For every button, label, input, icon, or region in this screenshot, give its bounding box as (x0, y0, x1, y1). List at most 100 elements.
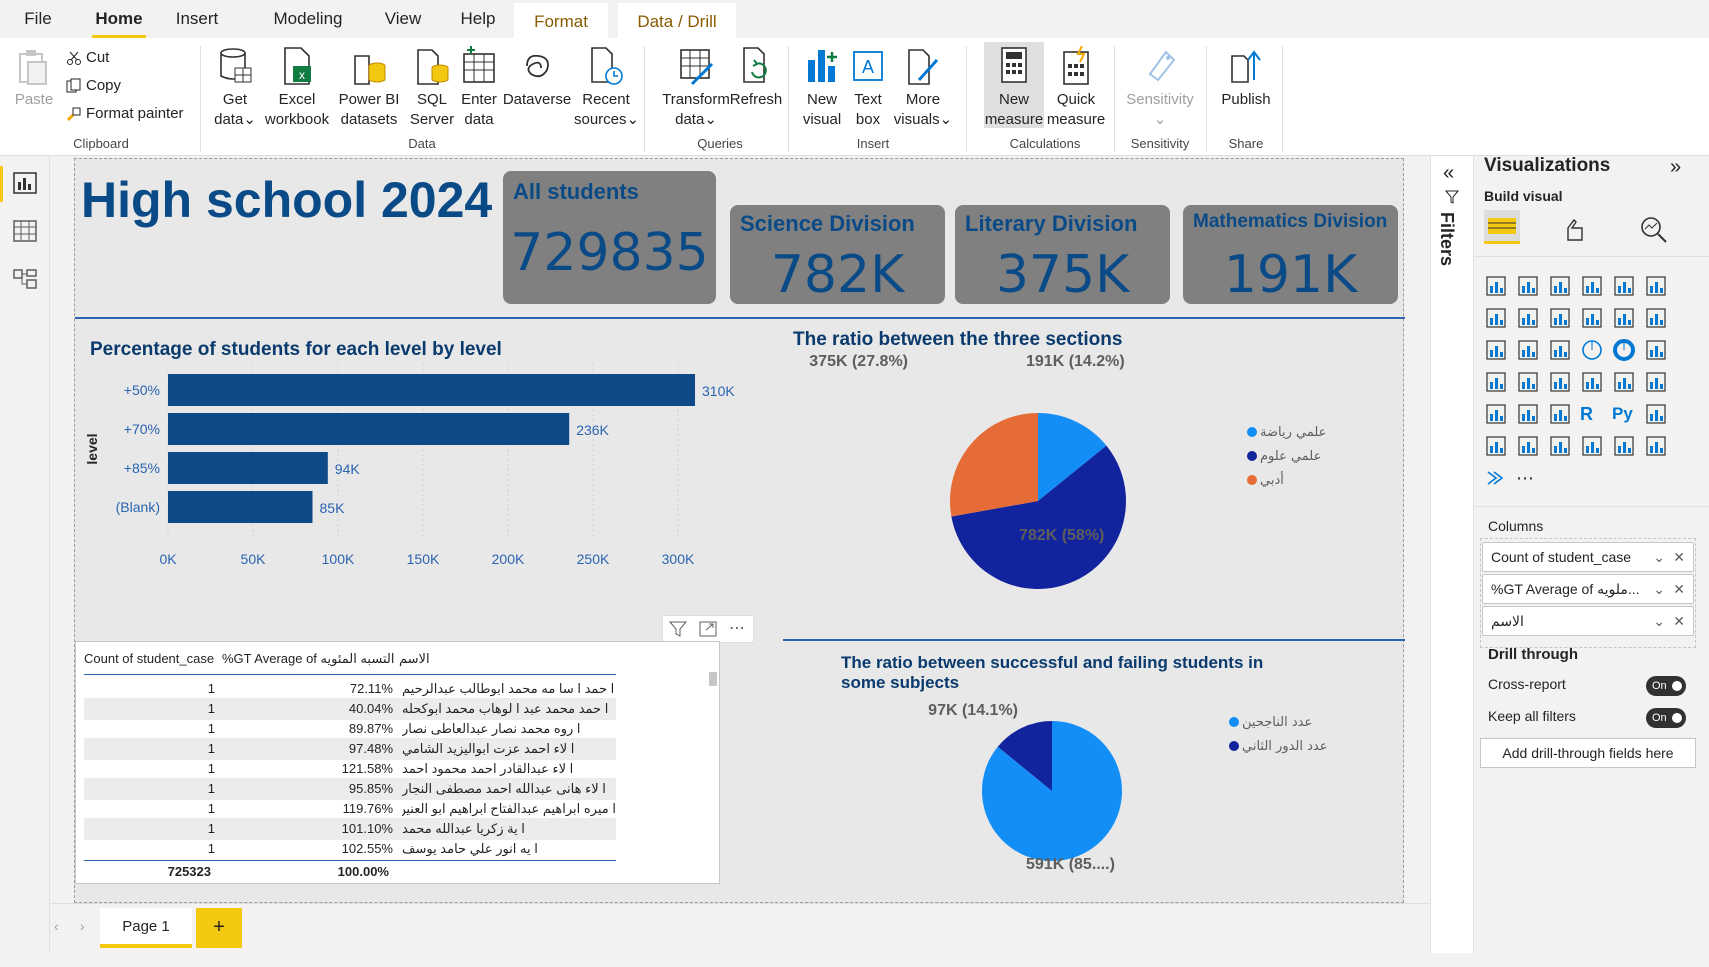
field-name[interactable]: الاسم ⌄ ✕ (1482, 606, 1694, 636)
gauge-icon[interactable] (1548, 370, 1572, 394)
stacked-column-icon[interactable] (1516, 274, 1540, 298)
table-row[interactable]: 1 97.48% ا لاء احمد عزت ابواليزيد الشامي (84, 738, 616, 760)
table-row[interactable]: 1 102.55% ا يه انور علي حامد يوسف (84, 838, 616, 860)
map-icon[interactable] (1484, 370, 1508, 394)
page-tab-page-1[interactable]: Page 1 (100, 908, 192, 948)
copy-button[interactable]: Copy (66, 74, 121, 98)
bar[interactable] (168, 413, 570, 445)
collapse-filters-icon[interactable]: « (1443, 162, 1454, 185)
bar[interactable] (168, 491, 313, 523)
model-view-icon[interactable] (13, 268, 37, 293)
add-page-button[interactable]: + (196, 908, 242, 948)
100-bar-icon[interactable] (1612, 274, 1636, 298)
new-visual-button[interactable]: New visual (800, 46, 844, 130)
r-visual-icon[interactable]: R (1580, 402, 1604, 426)
card-literary-division[interactable]: Literary Division 375K (955, 205, 1170, 305)
pie-chart-success[interactable]: 591K (85....) 97K (14.1%) عدد الناجحين عدد … (775, 699, 1395, 899)
stacked-area-icon[interactable] (1548, 306, 1572, 330)
publish-button[interactable]: Publish (1218, 46, 1274, 110)
table-row[interactable]: 1 121.58% ا لاء عبدالقادر احمد محمود احمد (84, 758, 616, 780)
slicer-icon[interactable] (1484, 402, 1508, 426)
close-icon[interactable]: ✕ (1673, 607, 1685, 635)
scroll-thumb[interactable] (709, 672, 717, 686)
get-data-button[interactable]: Get data⌄ (210, 46, 260, 130)
power-apps-icon[interactable] (1612, 434, 1636, 458)
stacked-bar-icon[interactable] (1484, 274, 1508, 298)
next-page-icon[interactable]: › (80, 918, 85, 934)
menu-help[interactable]: Help (458, 0, 498, 38)
table-scrollbar[interactable] (708, 646, 718, 880)
donut-icon[interactable] (1612, 338, 1636, 362)
table-row[interactable]: 1 40.04% ا حمد محمد عبد ا لوهاب محمد ابوكح… (84, 698, 616, 720)
legend-label[interactable]: أدبي (1260, 471, 1284, 488)
power-bi-datasets-button[interactable]: Power BI datasets (333, 46, 405, 130)
legend-label[interactable]: علمي رياضة (1260, 425, 1326, 440)
data-view-icon[interactable] (13, 220, 37, 245)
enter-data-button[interactable]: Enter data (456, 46, 502, 130)
clustered-column-icon[interactable] (1580, 274, 1604, 298)
analytics-icon[interactable] (1638, 214, 1668, 247)
bar[interactable] (168, 374, 695, 406)
table-row[interactable]: 1 89.87% ا روه محمد نصار عبدالعاطى نصار (84, 718, 616, 740)
filters-pane[interactable]: « Filters (1430, 156, 1473, 953)
waterfall-icon[interactable] (1484, 338, 1508, 362)
chevron-down-icon[interactable]: ⌄ (1653, 543, 1665, 571)
area-icon[interactable] (1516, 306, 1540, 330)
column-header[interactable]: الاسم (399, 646, 430, 672)
format-visual-icon[interactable] (1560, 214, 1590, 247)
more-visuals-icon[interactable] (1484, 466, 1508, 490)
focus-mode-icon[interactable] (699, 621, 717, 640)
excel-workbook-button[interactable]: x Excel workbook (262, 46, 332, 130)
scatter-icon[interactable] (1548, 338, 1572, 362)
card-science-division[interactable]: Science Division 782K (730, 205, 945, 305)
line-icon[interactable] (1484, 306, 1508, 330)
menu-insert[interactable]: Insert (172, 0, 222, 38)
report-view-icon[interactable] (13, 172, 37, 197)
power-automate-icon[interactable] (1644, 434, 1668, 458)
close-icon[interactable]: ✕ (1673, 575, 1685, 603)
column-header[interactable]: %GT Average of التسبه المئويه (222, 646, 394, 672)
bar[interactable] (168, 452, 328, 484)
100-column-icon[interactable] (1644, 274, 1668, 298)
column-header[interactable]: Count of student_case (84, 646, 214, 672)
paste-button[interactable]: Paste (12, 48, 56, 110)
multi-row-card-icon[interactable] (1612, 370, 1636, 394)
treemap-icon[interactable] (1644, 338, 1668, 362)
table-row[interactable]: 1 95.85% ا لاء هانى عبدالله احمد مصطفى الن… (84, 778, 616, 800)
ribbon-icon[interactable] (1644, 306, 1668, 330)
menu-home[interactable]: Home (92, 0, 146, 38)
clustered-bar-icon[interactable] (1548, 274, 1572, 298)
filled-map-icon[interactable] (1516, 370, 1540, 394)
field-count-student-case[interactable]: Count of student_case ⌄ ✕ (1482, 542, 1694, 572)
recent-sources-button[interactable]: Recent sources⌄ (574, 46, 639, 130)
pie-slice[interactable] (950, 413, 1038, 517)
legend-label[interactable]: علمي علوم (1260, 449, 1321, 464)
key-influencers-icon[interactable] (1644, 402, 1668, 426)
menu-data-drill[interactable]: Data / Drill (618, 0, 736, 38)
menu-view[interactable]: View (382, 0, 424, 38)
refresh-button[interactable]: Refresh (728, 46, 784, 110)
table-icon[interactable] (1516, 402, 1540, 426)
chevron-down-icon[interactable]: ⌄ (1653, 575, 1665, 603)
cross-report-toggle[interactable]: On (1646, 676, 1686, 696)
dataverse-button[interactable]: Dataverse (502, 46, 572, 110)
filters-label[interactable]: Filters (1436, 212, 1457, 266)
student-table[interactable]: Count of student_case %GT Average of الت… (75, 641, 720, 884)
prev-page-icon[interactable]: ‹ (54, 918, 59, 934)
decomposition-tree-icon[interactable] (1484, 434, 1508, 458)
python-visual-icon[interactable]: Py (1612, 402, 1636, 426)
table-row[interactable]: 1 72.11% ا حمد ا سا مه محمد ابوطالب عبدالر… (84, 678, 616, 700)
line-clustered-icon[interactable] (1612, 306, 1636, 330)
menu-modeling[interactable]: Modeling (270, 0, 346, 38)
matrix-icon[interactable] (1548, 402, 1572, 426)
filter-icon[interactable] (668, 621, 688, 640)
bar-chart[interactable]: 0K 50K 100K 150K 200K 250K 300K +50% 310K +70% 23… (75, 364, 805, 594)
field-percent-average[interactable]: %GT Average of ملويه... ⌄ ✕ (1482, 574, 1694, 604)
report-canvas[interactable]: High school 2024 All students 729835 Sci… (74, 158, 1405, 903)
keep-filters-toggle[interactable]: On (1646, 708, 1686, 728)
chevron-down-icon[interactable]: ⌄ (1653, 607, 1665, 635)
legend-label[interactable]: عدد الناجحين (1242, 715, 1312, 730)
text-box-button[interactable]: A Text box (848, 46, 888, 130)
get-more-icon[interactable]: ⋯ (1516, 466, 1540, 490)
table-row[interactable]: 1 119.76% ا ميره ابراهيم عبدالفتاح ابراهيم… (84, 798, 616, 820)
